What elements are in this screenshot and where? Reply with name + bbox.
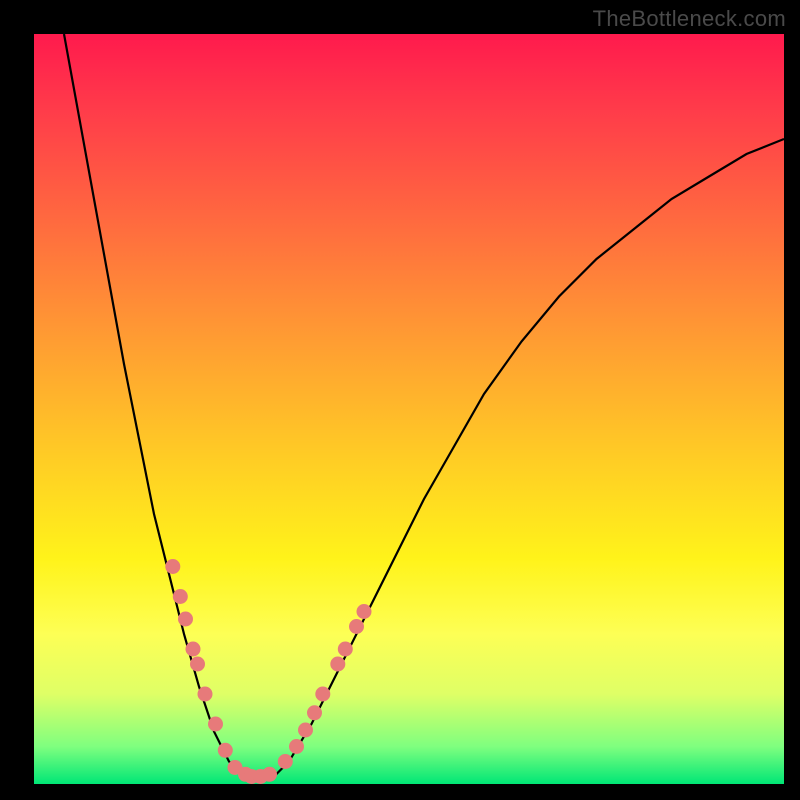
markers-left-group (165, 559, 277, 784)
data-marker (330, 657, 345, 672)
data-marker (238, 767, 253, 782)
data-marker (338, 642, 353, 657)
data-marker (228, 760, 243, 775)
plot-area (34, 34, 784, 784)
data-marker (262, 767, 277, 782)
bottleneck-curve (64, 34, 784, 780)
data-marker (165, 559, 180, 574)
data-marker (208, 717, 223, 732)
data-marker (198, 687, 213, 702)
data-marker (244, 769, 259, 784)
markers-right-group (278, 604, 372, 769)
watermark-text: TheBottleneck.com (593, 6, 786, 32)
data-marker (253, 769, 268, 784)
data-marker (278, 754, 293, 769)
curve-layer (34, 34, 784, 784)
data-marker (298, 723, 313, 738)
data-marker (289, 739, 304, 754)
data-marker (173, 589, 188, 604)
data-marker (315, 687, 330, 702)
data-marker (349, 619, 364, 634)
data-marker (218, 743, 233, 758)
data-marker (178, 612, 193, 627)
data-marker (307, 705, 322, 720)
chart-frame: TheBottleneck.com (0, 0, 800, 800)
data-marker (190, 657, 205, 672)
data-marker (357, 604, 372, 619)
data-marker (186, 642, 201, 657)
